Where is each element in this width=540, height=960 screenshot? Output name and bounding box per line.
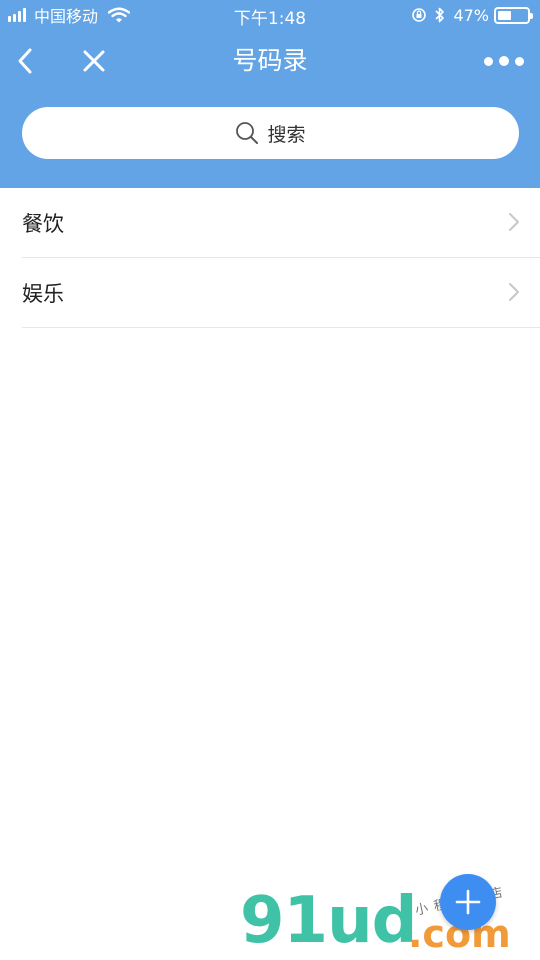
battery-fill: [498, 10, 512, 20]
list-item-label: 娱乐: [22, 281, 64, 306]
chevron-right-icon: [509, 283, 519, 301]
plus-icon: [455, 889, 481, 915]
battery-percent: 47%: [453, 5, 489, 25]
status-bar-right: 47%: [411, 4, 533, 26]
search-bar[interactable]: 搜索: [22, 107, 519, 159]
more-icon: [484, 56, 524, 66]
navigation-bar: 号码录: [0, 30, 540, 92]
watermark-logo: 91ud: [240, 884, 417, 958]
battery-icon: [494, 6, 533, 24]
more-button[interactable]: [484, 50, 524, 72]
add-button[interactable]: [440, 874, 496, 930]
search-placeholder: 搜索: [267, 123, 306, 146]
bluetooth-icon: [435, 7, 445, 23]
list-item-entertainment[interactable]: 娱乐: [22, 258, 540, 328]
search-icon: [236, 122, 259, 144]
chevron-right-icon: [509, 213, 519, 231]
header: 中国移动 下午1:48 47% 号码录 搜索: [0, 0, 540, 188]
list-item-catering[interactable]: 餐饮: [22, 188, 540, 258]
category-list: 餐饮 娱乐: [0, 188, 540, 328]
status-bar: 中国移动 下午1:48 47%: [0, 0, 540, 30]
orientation-lock-icon: [412, 8, 427, 22]
page-title: 号码录: [232, 46, 308, 75]
list-item-label: 餐饮: [22, 211, 64, 236]
